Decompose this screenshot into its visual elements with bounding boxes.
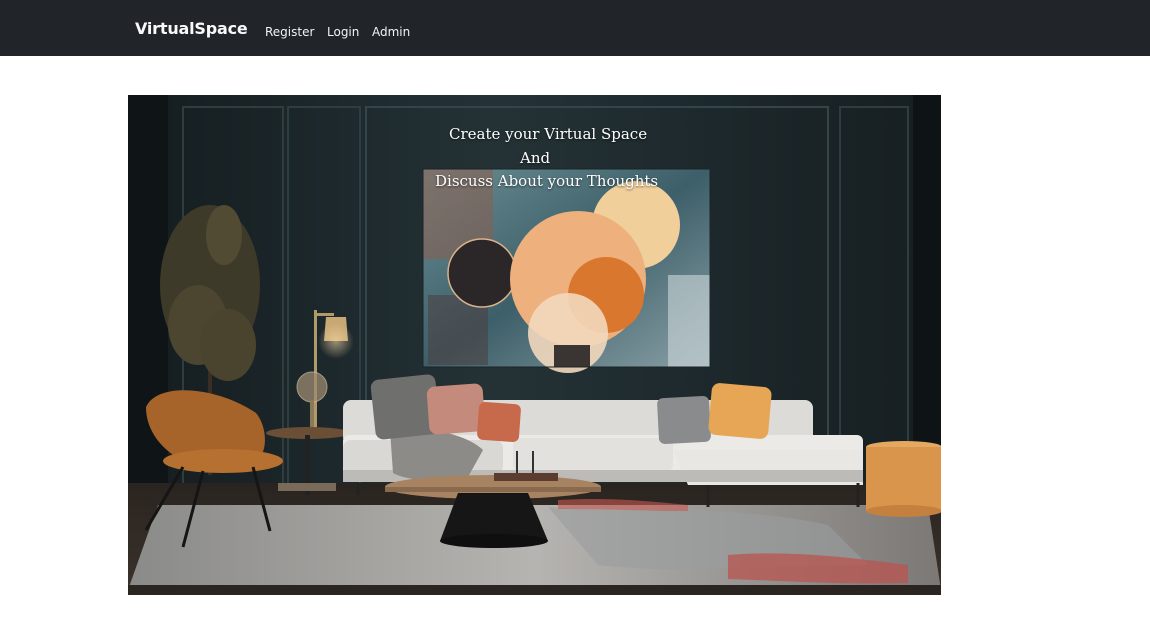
hero-line-1: Create your Virtual Space	[449, 125, 648, 143]
top-navbar: VirtualSpace Register Login Admin	[0, 0, 1150, 56]
hero-caption: Create your Virtual Space And Discuss Ab…	[128, 125, 941, 195]
hero-line-3: Discuss About your Thoughts	[435, 172, 659, 190]
brand-logo-link[interactable]: VirtualSpace	[135, 19, 248, 38]
nav-link-login[interactable]: Login	[327, 25, 359, 39]
hero-line-2: And	[520, 149, 551, 167]
hero-banner: Create your Virtual Space And Discuss Ab…	[128, 95, 941, 595]
nav-link-admin[interactable]: Admin	[372, 25, 410, 39]
nav-link-register[interactable]: Register	[265, 25, 314, 39]
